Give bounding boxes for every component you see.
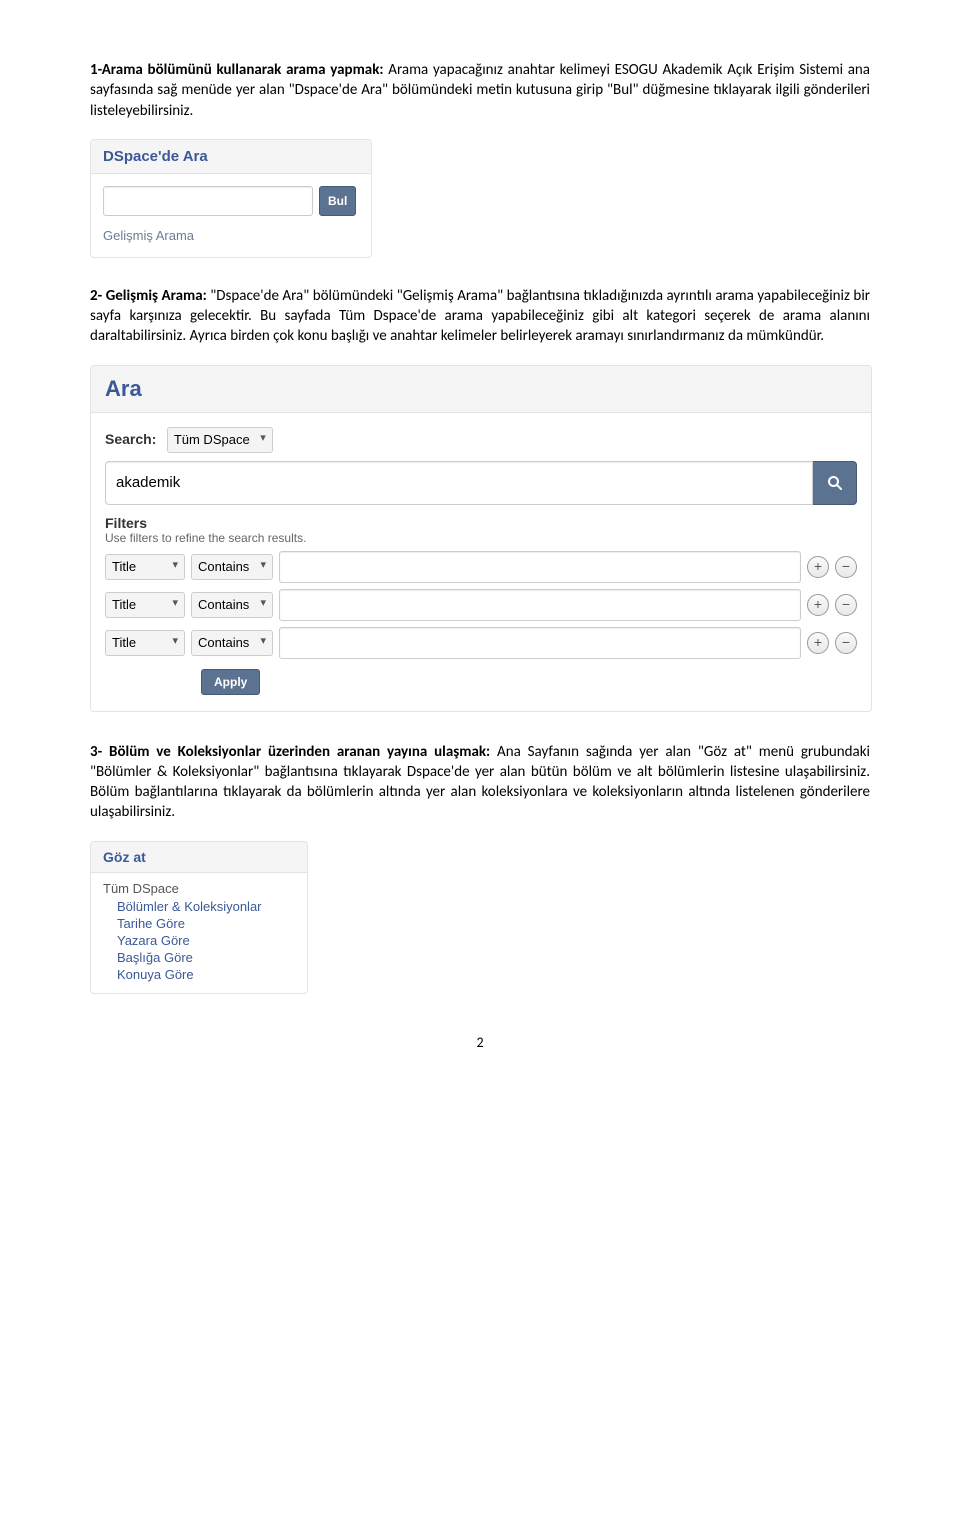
search-icon (827, 475, 843, 491)
paragraph-2: 2- Gelişmiş Arama: "Dspace'de Ara" bölüm… (90, 286, 870, 347)
search-button[interactable] (813, 461, 857, 505)
filter-field-select[interactable]: Title (105, 554, 185, 580)
minus-icon: − (842, 596, 850, 613)
paragraph-1: 1-Arama bölümünü kullanarak arama yapmak… (90, 60, 870, 121)
filter-field-select[interactable]: Title (105, 592, 185, 618)
para3-lead: 3- Bölüm ve Koleksiyonlar üzerinden aran… (90, 743, 490, 761)
plus-icon: + (814, 558, 822, 575)
filter-field-select[interactable]: Title (105, 630, 185, 656)
dspace-search-button[interactable]: Bul (319, 186, 356, 216)
remove-filter-button[interactable]: − (835, 632, 857, 654)
ara-heading: Ara (91, 366, 871, 413)
filter-field-wrap: Title (105, 630, 185, 656)
add-filter-button[interactable]: + (807, 594, 829, 616)
browse-link-communities[interactable]: Bölümler & Koleksiyonlar (103, 898, 295, 915)
query-input[interactable] (105, 461, 813, 505)
browse-link-subject[interactable]: Konuya Göre (103, 966, 295, 983)
query-row (105, 461, 857, 505)
filters-title: Filters (105, 515, 857, 531)
dspace-search-title: DSpace'de Ara (91, 140, 371, 174)
minus-icon: − (842, 634, 850, 651)
filter-text-input[interactable] (279, 589, 801, 621)
filter-op-wrap: Contains (191, 592, 273, 618)
paragraph-3: 3- Bölüm ve Koleksiyonlar üzerinden aran… (90, 742, 870, 823)
add-filter-button[interactable]: + (807, 632, 829, 654)
filter-row: Title Contains + − (105, 551, 857, 583)
dspace-search-panel: DSpace'de Ara Bul Gelişmiş Arama (90, 139, 372, 258)
para2-rest: "Dspace'de Ara" bölümündeki "Gelişmiş Ar… (90, 287, 870, 346)
remove-filter-button[interactable]: − (835, 594, 857, 616)
filter-op-select[interactable]: Contains (191, 630, 273, 656)
page-number: 2 (90, 1034, 870, 1051)
browse-body: Tüm DSpace Bölümler & Koleksiyonlar Tari… (91, 873, 307, 993)
filter-op-wrap: Contains (191, 554, 273, 580)
scope-select[interactable]: Tüm DSpace (167, 427, 273, 453)
ara-panel: Ara Search: Tüm DSpace Filters Use filte… (90, 365, 872, 712)
search-label: Search: (105, 431, 156, 447)
plus-icon: + (814, 634, 822, 651)
scope-select-wrap: Tüm DSpace (167, 427, 273, 453)
apply-button[interactable]: Apply (201, 669, 260, 695)
browse-link-author[interactable]: Yazara Göre (103, 932, 295, 949)
browse-link-title[interactable]: Başlığa Göre (103, 949, 295, 966)
filter-op-wrap: Contains (191, 630, 273, 656)
plus-icon: + (814, 596, 822, 613)
remove-filter-button[interactable]: − (835, 556, 857, 578)
filter-field-wrap: Title (105, 592, 185, 618)
browse-panel: Göz at Tüm DSpace Bölümler & Koleksiyonl… (90, 841, 308, 994)
filter-field-wrap: Title (105, 554, 185, 580)
minus-icon: − (842, 558, 850, 575)
filter-text-input[interactable] (279, 551, 801, 583)
browse-link-date[interactable]: Tarihe Göre (103, 915, 295, 932)
browse-group-label: Tüm DSpace (103, 881, 295, 896)
filter-text-input[interactable] (279, 627, 801, 659)
add-filter-button[interactable]: + (807, 556, 829, 578)
filter-row: Title Contains + − (105, 589, 857, 621)
filter-op-select[interactable]: Contains (191, 592, 273, 618)
scope-row: Search: Tüm DSpace (105, 427, 857, 453)
dspace-search-body: Bul Gelişmiş Arama (91, 174, 371, 257)
filter-row: Title Contains + − (105, 627, 857, 659)
ara-body: Search: Tüm DSpace Filters Use filters t… (91, 413, 871, 711)
filters-subtitle: Use filters to refine the search results… (105, 531, 857, 545)
para1-lead: 1-Arama bölümünü kullanarak arama yapmak… (90, 61, 384, 79)
dspace-search-row: Bul (103, 186, 359, 216)
advanced-search-link[interactable]: Gelişmiş Arama (103, 228, 194, 243)
browse-heading: Göz at (91, 842, 307, 873)
filter-op-select[interactable]: Contains (191, 554, 273, 580)
para2-lead: 2- Gelişmiş Arama: (90, 287, 207, 305)
dspace-search-input[interactable] (103, 186, 313, 216)
